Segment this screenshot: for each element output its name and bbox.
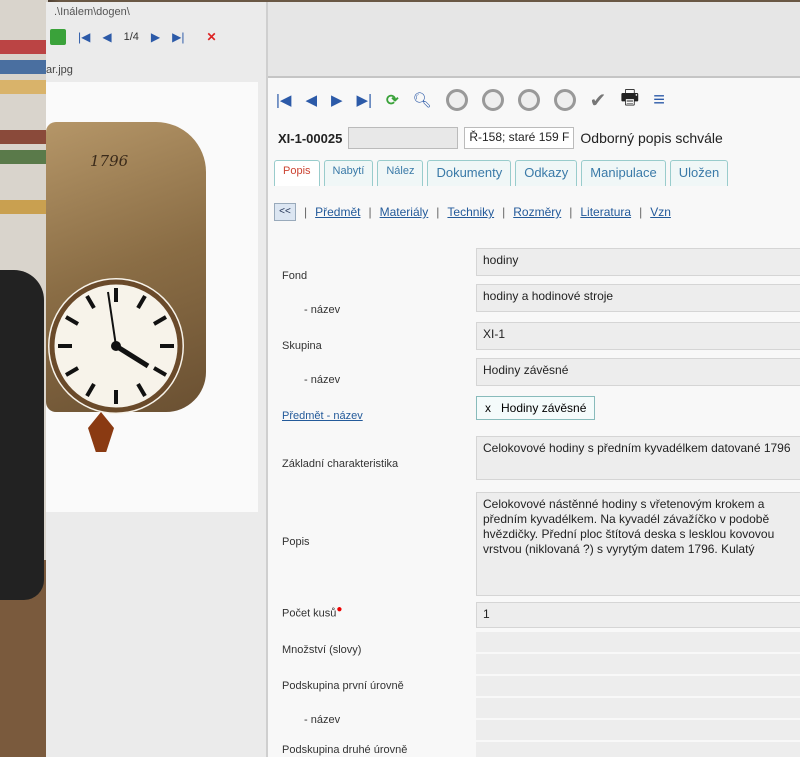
zakladni-field[interactable]: Celokovové hodiny s předním kyvadélkem d… <box>476 436 800 480</box>
viewer-path: .\Inálem\dogen\ <box>54 6 130 18</box>
prev-icon[interactable]: ◀ <box>102 30 111 44</box>
last-record-icon[interactable]: ▶| <box>357 91 372 109</box>
tab-odkazy[interactable]: Odkazy <box>515 160 578 186</box>
check-icon[interactable]: ✔ <box>590 88 607 113</box>
first-record-icon[interactable]: |◀ <box>276 91 291 109</box>
next-icon[interactable]: ▶ <box>151 30 160 44</box>
photo-scene: .\Inálem\dogen\ |◀ ◀ 1/4 ▶ ▶| ✕ ar.jpg 1… <box>0 0 800 757</box>
image-counter: 1/4 <box>123 31 139 43</box>
tab-nabyti[interactable]: Nabytí <box>323 160 374 186</box>
book <box>0 150 48 164</box>
tab-nalez[interactable]: Nález <box>377 160 424 186</box>
mnozstvi-label: Množství (slovy) <box>282 644 362 656</box>
link-rozmery[interactable]: Rozměry <box>513 205 561 219</box>
tab-manipulace[interactable]: Manipulace <box>581 160 666 186</box>
podskupina1-label: Podskupina první úrovně <box>282 680 404 692</box>
predmet-tag[interactable]: x Hodiny závěsné <box>476 396 596 420</box>
refresh-icon[interactable]: ⟳ <box>386 91 399 109</box>
record-form: |◀ ◀ ▶ ▶| ⟳ 🔍︎ ✔ 🖶 ≡ XI-1-00025 Ř-158; s… <box>268 2 800 757</box>
pocet-field[interactable]: 1 <box>476 602 800 628</box>
link-literatura[interactable]: Literatura <box>580 205 631 219</box>
person-silhouette <box>0 270 44 600</box>
pocet-label-text: Počet kusů <box>282 607 337 620</box>
tab-dokumenty[interactable]: Dokumenty <box>427 160 512 186</box>
predmet-tag-label: Hodiny závěsné <box>501 401 587 415</box>
back-button[interactable]: << <box>274 203 296 221</box>
fond-label: Fond <box>282 270 308 282</box>
empty-fields-area <box>476 632 800 757</box>
podskupina1-nazev-label: - název <box>304 714 341 726</box>
record-title: Odborný popis schvále <box>580 130 723 146</box>
record-id-row: XI-1-00025 Ř-158; staré 159 F Odborný po… <box>278 126 723 150</box>
podskupina2-label: Podskupina druhé úrovně <box>282 744 408 756</box>
image-viewer-panel: .\Inálem\dogen\ |◀ ◀ 1/4 ▶ ▶| ✕ ar.jpg 1… <box>46 2 268 757</box>
required-marker: ● <box>336 604 343 615</box>
record-id: XI-1-00025 <box>278 130 343 146</box>
record-id-field[interactable] <box>348 127 459 149</box>
tab-popis[interactable]: Popis <box>274 160 320 186</box>
book <box>0 130 48 144</box>
print-icon[interactable]: 🖶 <box>620 83 639 117</box>
book <box>0 200 48 214</box>
filter-icon[interactable]: ≡ <box>653 89 665 112</box>
pendulum-star <box>88 412 114 452</box>
first-icon[interactable]: |◀ <box>78 30 90 44</box>
section-links: << | Předmět | Materiály | Techniky | Ro… <box>274 200 671 224</box>
green-icon[interactable] <box>50 29 66 45</box>
next-record-icon[interactable]: ▶ <box>331 91 343 109</box>
disc-icon[interactable] <box>517 89 540 111</box>
pocet-label: Počet kusů● <box>282 604 342 620</box>
tab-bar: Popis Nabytí Nález Dokumenty Odkazy Mani… <box>274 160 729 186</box>
fond-nazev-label: - název <box>304 304 341 316</box>
clock-photo: 1796 <box>46 82 258 512</box>
clock-year: 1796 <box>90 152 129 170</box>
skupina-nazev-field[interactable]: Hodiny závěsné <box>476 358 800 386</box>
form-toolbar: |◀ ◀ ▶ ▶| ⟳ 🔍︎ ✔ 🖶 ≡ <box>276 86 665 114</box>
predmet-label[interactable]: Předmět - název <box>282 410 363 422</box>
top-strip <box>268 2 800 78</box>
circle-icon[interactable] <box>481 89 504 111</box>
minus-icon[interactable] <box>553 89 576 111</box>
book <box>0 60 48 74</box>
book <box>0 40 48 54</box>
remove-tag-icon[interactable]: x <box>485 401 491 415</box>
tab-ulozeni[interactable]: Uložen <box>669 160 729 186</box>
viewer-filename: ar.jpg <box>46 64 73 76</box>
link-vzn[interactable]: Vzn <box>650 205 671 219</box>
prev-record-icon[interactable]: ◀ <box>305 91 317 109</box>
last-icon[interactable]: ▶| <box>172 30 184 44</box>
search-icon[interactable]: 🔍︎ <box>413 91 432 109</box>
fond-nazev-field[interactable]: hodiny a hodinové stroje <box>476 284 800 312</box>
fond-field[interactable]: hodiny <box>476 248 800 276</box>
clock-face <box>48 278 184 414</box>
close-icon[interactable]: ✕ <box>206 30 216 44</box>
link-predmet[interactable]: Předmět <box>315 205 360 219</box>
popis-label: Popis <box>282 536 310 548</box>
clock-icon[interactable] <box>445 89 468 111</box>
popis-field[interactable]: Celokovové nástěnné hodiny s vřetenovým … <box>476 492 800 596</box>
zakladni-label: Základní charakteristika <box>282 458 399 470</box>
link-materialy[interactable]: Materiály <box>380 205 429 219</box>
skupina-label: Skupina <box>282 340 322 352</box>
viewer-toolbar: |◀ ◀ 1/4 ▶ ▶| ✕ <box>46 24 268 50</box>
book <box>0 80 48 94</box>
skupina-nazev-label: - název <box>304 374 341 386</box>
monitor-screen: .\Inálem\dogen\ |◀ ◀ 1/4 ▶ ▶| ✕ ar.jpg 1… <box>46 2 800 757</box>
skupina-field[interactable]: XI-1 <box>476 322 800 350</box>
record-ref-field[interactable]: Ř-158; staré 159 F <box>464 127 575 149</box>
link-techniky[interactable]: Techniky <box>447 205 494 219</box>
